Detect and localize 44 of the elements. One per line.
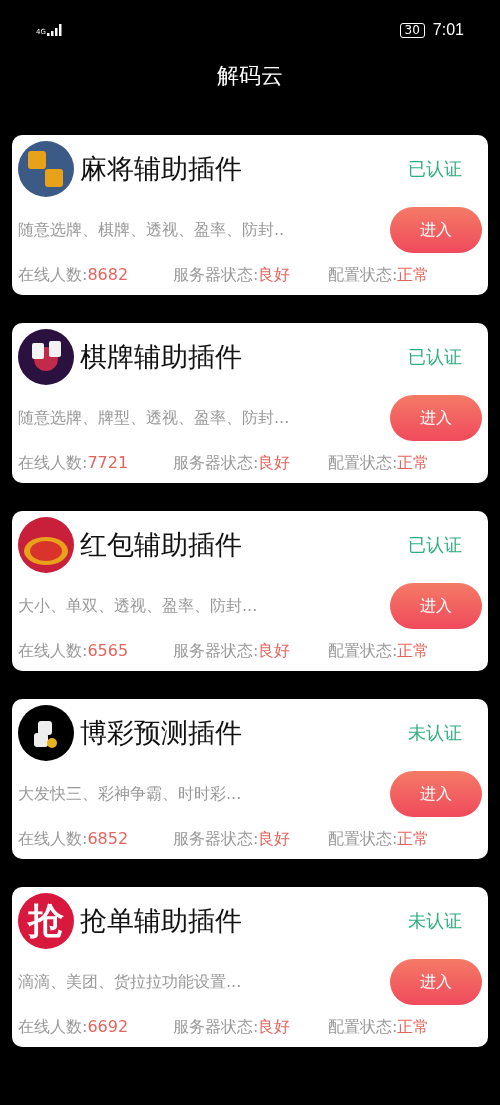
- stat-text: 服务器状态:良好: [173, 641, 292, 662]
- plugin-title: 博彩预测插件: [80, 716, 242, 750]
- stat-text: 配置状态:正常: [328, 453, 430, 474]
- stat-text: 在线人数:8682: [18, 265, 130, 286]
- plugin-description: 随意选牌、牌型、透视、盈率、防封...: [18, 407, 290, 429]
- stat-text: 服务器状态:良好: [173, 1017, 292, 1038]
- certification-status: 已认证: [408, 345, 462, 369]
- enter-button[interactable]: 进入: [390, 207, 482, 253]
- signal-icon: [46, 24, 63, 36]
- plugin-description: 滴滴、美团、货拉拉功能设置...: [18, 971, 242, 993]
- plugin-description: 随意选牌、棋牌、透视、盈率、防封..: [18, 219, 285, 241]
- stat-text: 配置状态:正常: [328, 265, 430, 286]
- plugin-logo-icon: [18, 141, 74, 197]
- plugin-description: 大发快三、彩神争霸、时时彩...: [18, 783, 242, 805]
- plugin-description: 大小、单双、透视、盈率、防封...: [18, 595, 258, 617]
- stat-text: 在线人数:7721: [18, 453, 130, 474]
- stat-text: 配置状态:正常: [328, 1017, 430, 1038]
- certification-status: 未认证: [408, 909, 462, 933]
- plugin-logo-icon: [18, 329, 74, 385]
- stat-text: 服务器状态:良好: [173, 453, 292, 474]
- plugin-logo: 抢: [18, 893, 74, 949]
- certification-status: 已认证: [408, 533, 462, 557]
- stat-text: 服务器状态:良好: [173, 829, 292, 850]
- enter-button[interactable]: 进入: [390, 771, 482, 817]
- stat-text: 配置状态:正常: [328, 641, 430, 662]
- enter-button[interactable]: 进入: [390, 583, 482, 629]
- plugin-logo-icon: [18, 705, 74, 761]
- plugin-title: 抢单辅助插件: [80, 904, 242, 938]
- stat-text: 配置状态:正常: [328, 829, 430, 850]
- certification-status: 已认证: [408, 157, 462, 181]
- plugin-title: 棋牌辅助插件: [80, 340, 242, 374]
- stat-text: 服务器状态:良好: [173, 265, 292, 286]
- battery-level: 30: [399, 22, 425, 38]
- plugin-title: 红包辅助插件: [80, 528, 242, 562]
- stat-text: 在线人数:6565: [18, 641, 130, 662]
- stat-text: 在线人数:6852: [18, 829, 130, 850]
- enter-button[interactable]: 进入: [390, 395, 482, 441]
- enter-button[interactable]: 进入: [390, 959, 482, 1005]
- clock-time: 7:01: [432, 21, 464, 39]
- stat-text: 在线人数:6692: [18, 1017, 130, 1038]
- app-title: 解码云: [217, 62, 283, 90]
- certification-status: 未认证: [408, 721, 462, 745]
- plugin-logo-icon: [18, 517, 74, 573]
- plugin-title: 麻将辅助插件: [80, 152, 242, 186]
